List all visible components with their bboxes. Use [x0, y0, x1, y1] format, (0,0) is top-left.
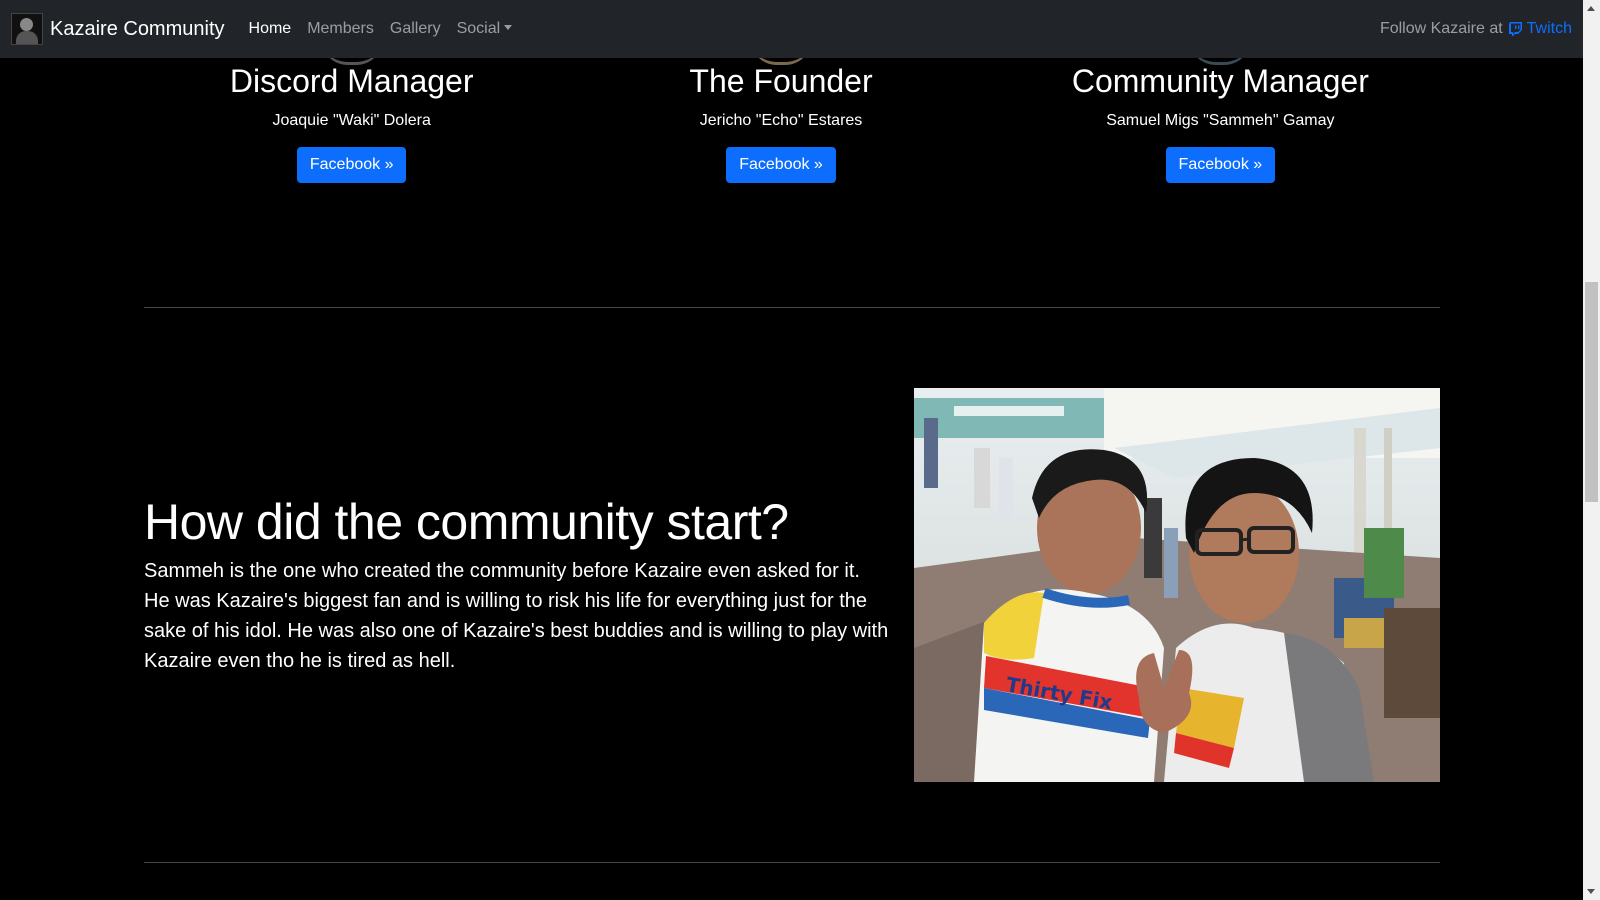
caret-down-icon	[504, 25, 513, 30]
member-name: Joaquie "Waki" Dolera	[272, 112, 431, 129]
nav-links: Home Members Gallery Social	[241, 12, 521, 46]
team-card: Community Manager Samuel Migs "Sammeh" G…	[1001, 58, 1440, 183]
nav-dropdown-social[interactable]: Social	[449, 12, 521, 46]
feature-photo: Thirty Fix	[914, 388, 1440, 782]
brand-name: Kazaire Community	[50, 17, 225, 40]
team-row: Discord Manager Joaquie "Waki" Dolera Fa…	[142, 58, 1440, 183]
nav-link-members[interactable]: Members	[299, 12, 382, 46]
follow-text: Follow Kazaire at	[1379, 20, 1503, 37]
feature-heading: How did the community start?	[144, 494, 789, 550]
facebook-button[interactable]: Facebook »	[726, 147, 836, 183]
selfie-photo-illustration: Thirty Fix	[914, 388, 1440, 782]
facebook-button[interactable]: Facebook »	[296, 147, 407, 183]
twitch-label: Twitch	[1526, 20, 1572, 37]
divider	[144, 307, 1440, 308]
navbar: Kazaire Community Home Members Gallery S…	[0, 0, 1583, 58]
nav-link-home[interactable]: Home	[241, 12, 300, 46]
facebook-button[interactable]: Facebook »	[1165, 147, 1276, 183]
twitch-link[interactable]: Twitch	[1508, 20, 1572, 38]
divider	[144, 862, 1440, 863]
scroll-down-arrow-icon[interactable]	[1587, 889, 1595, 894]
feature-text: How did the community start? Sammeh is t…	[144, 492, 889, 676]
team-card: Discord Manager Joaquie "Waki" Dolera Fa…	[142, 58, 561, 183]
role-title: The Founder	[689, 63, 873, 99]
nav-dropdown-social-label: Social	[456, 20, 501, 37]
brand-logo	[11, 13, 43, 45]
twitch-icon	[1508, 22, 1522, 36]
member-name: Jericho "Echo" Estares	[699, 112, 863, 129]
feature-body: Sammeh is the one who created the commun…	[144, 560, 889, 672]
scroll-up-arrow-icon[interactable]	[1587, 6, 1595, 11]
scrollbar-thumb[interactable]	[1585, 282, 1598, 502]
member-name: Samuel Migs "Sammeh" Gamay	[1106, 112, 1335, 129]
brand-link[interactable]: Kazaire Community	[11, 13, 225, 45]
follow-section: Follow Kazaire at Twitch	[1380, 0, 1572, 58]
page: Kazaire Community Home Members Gallery S…	[0, 0, 1583, 900]
role-title: Community Manager	[1071, 63, 1369, 99]
team-card: The Founder Jericho "Echo" Estares Faceb…	[561, 58, 1000, 183]
scrollbar[interactable]	[1583, 0, 1600, 900]
nav-link-gallery[interactable]: Gallery	[382, 12, 449, 46]
role-title: Discord Manager	[229, 63, 474, 99]
